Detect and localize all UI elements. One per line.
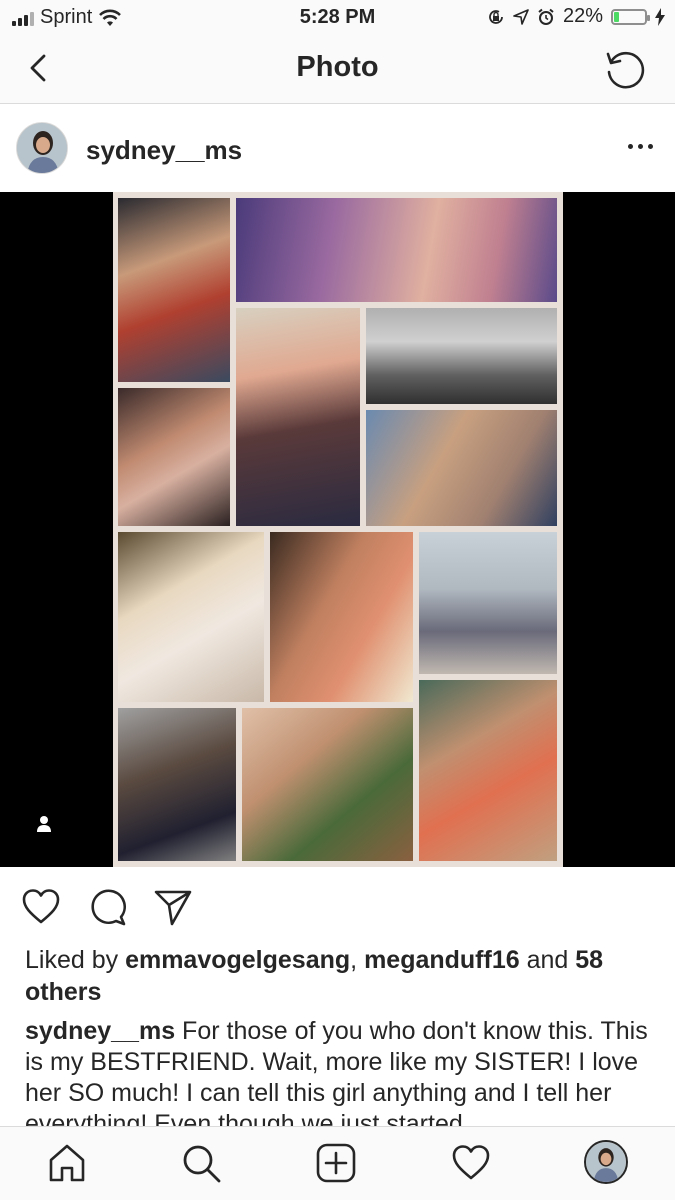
battery-icon bbox=[611, 8, 650, 25]
screen-lock-icon bbox=[489, 9, 503, 24]
activity-heart-icon[interactable] bbox=[450, 1142, 492, 1184]
post-username[interactable]: sydney__ms bbox=[86, 135, 242, 166]
comment-icon[interactable] bbox=[86, 886, 128, 928]
collage-tile bbox=[118, 708, 236, 861]
collage-tile bbox=[366, 308, 557, 404]
collage-tile bbox=[118, 388, 230, 526]
avatar-image bbox=[17, 123, 67, 173]
post-actions bbox=[0, 882, 675, 932]
heart-icon[interactable] bbox=[20, 886, 62, 928]
likes-prefix: Liked by bbox=[25, 946, 126, 974]
battery-percent: 22% bbox=[562, 5, 603, 27]
caption-username[interactable]: sydney__ms bbox=[25, 1017, 175, 1045]
profile-avatar[interactable] bbox=[584, 1140, 628, 1184]
location-arrow-icon bbox=[513, 8, 529, 25]
collage-tile bbox=[419, 680, 557, 861]
likes-separator: , bbox=[350, 946, 365, 974]
liker-username-2[interactable]: meganduff16 bbox=[364, 946, 520, 974]
status-right: 22% bbox=[487, 5, 665, 28]
collage-tile bbox=[242, 708, 413, 861]
collage-tile bbox=[366, 410, 557, 526]
alarm-icon bbox=[538, 8, 554, 25]
new-post-icon[interactable] bbox=[315, 1142, 357, 1184]
more-horizontal-icon[interactable] bbox=[628, 144, 653, 149]
battery-tip bbox=[647, 14, 650, 21]
share-icon[interactable] bbox=[152, 886, 194, 928]
avatar[interactable] bbox=[16, 122, 68, 174]
photo-collage bbox=[113, 192, 563, 867]
collage-tile bbox=[236, 308, 360, 526]
page-title: Photo bbox=[296, 51, 379, 83]
search-icon[interactable] bbox=[180, 1142, 222, 1184]
charging-bolt-icon bbox=[655, 7, 665, 26]
post-photo[interactable] bbox=[0, 192, 675, 867]
tab-bar bbox=[0, 1126, 675, 1200]
likes-text: Liked by emmavogelgesang, meganduff16 an… bbox=[25, 944, 655, 1008]
collage-tile bbox=[270, 532, 413, 702]
nav-bar: Photo bbox=[0, 34, 675, 104]
person-tag-icon[interactable] bbox=[34, 814, 54, 834]
refresh-icon[interactable] bbox=[603, 48, 647, 92]
collage-tile bbox=[419, 532, 557, 674]
status-bar: Sprint 5:28 PM 22% bbox=[0, 0, 675, 34]
home-icon[interactable] bbox=[46, 1142, 88, 1184]
collage-tile bbox=[236, 198, 557, 302]
post-caption: sydney__ms For those of you who don't kn… bbox=[25, 1016, 655, 1128]
profile-avatar-image bbox=[586, 1142, 626, 1182]
battery-level-fill bbox=[614, 11, 620, 22]
collage-tile bbox=[118, 532, 264, 702]
likes-and: and bbox=[519, 946, 576, 974]
post-header: sydney__ms bbox=[0, 104, 675, 192]
liker-username-1[interactable]: emmavogelgesang bbox=[125, 946, 350, 974]
collage-tile bbox=[118, 198, 230, 382]
